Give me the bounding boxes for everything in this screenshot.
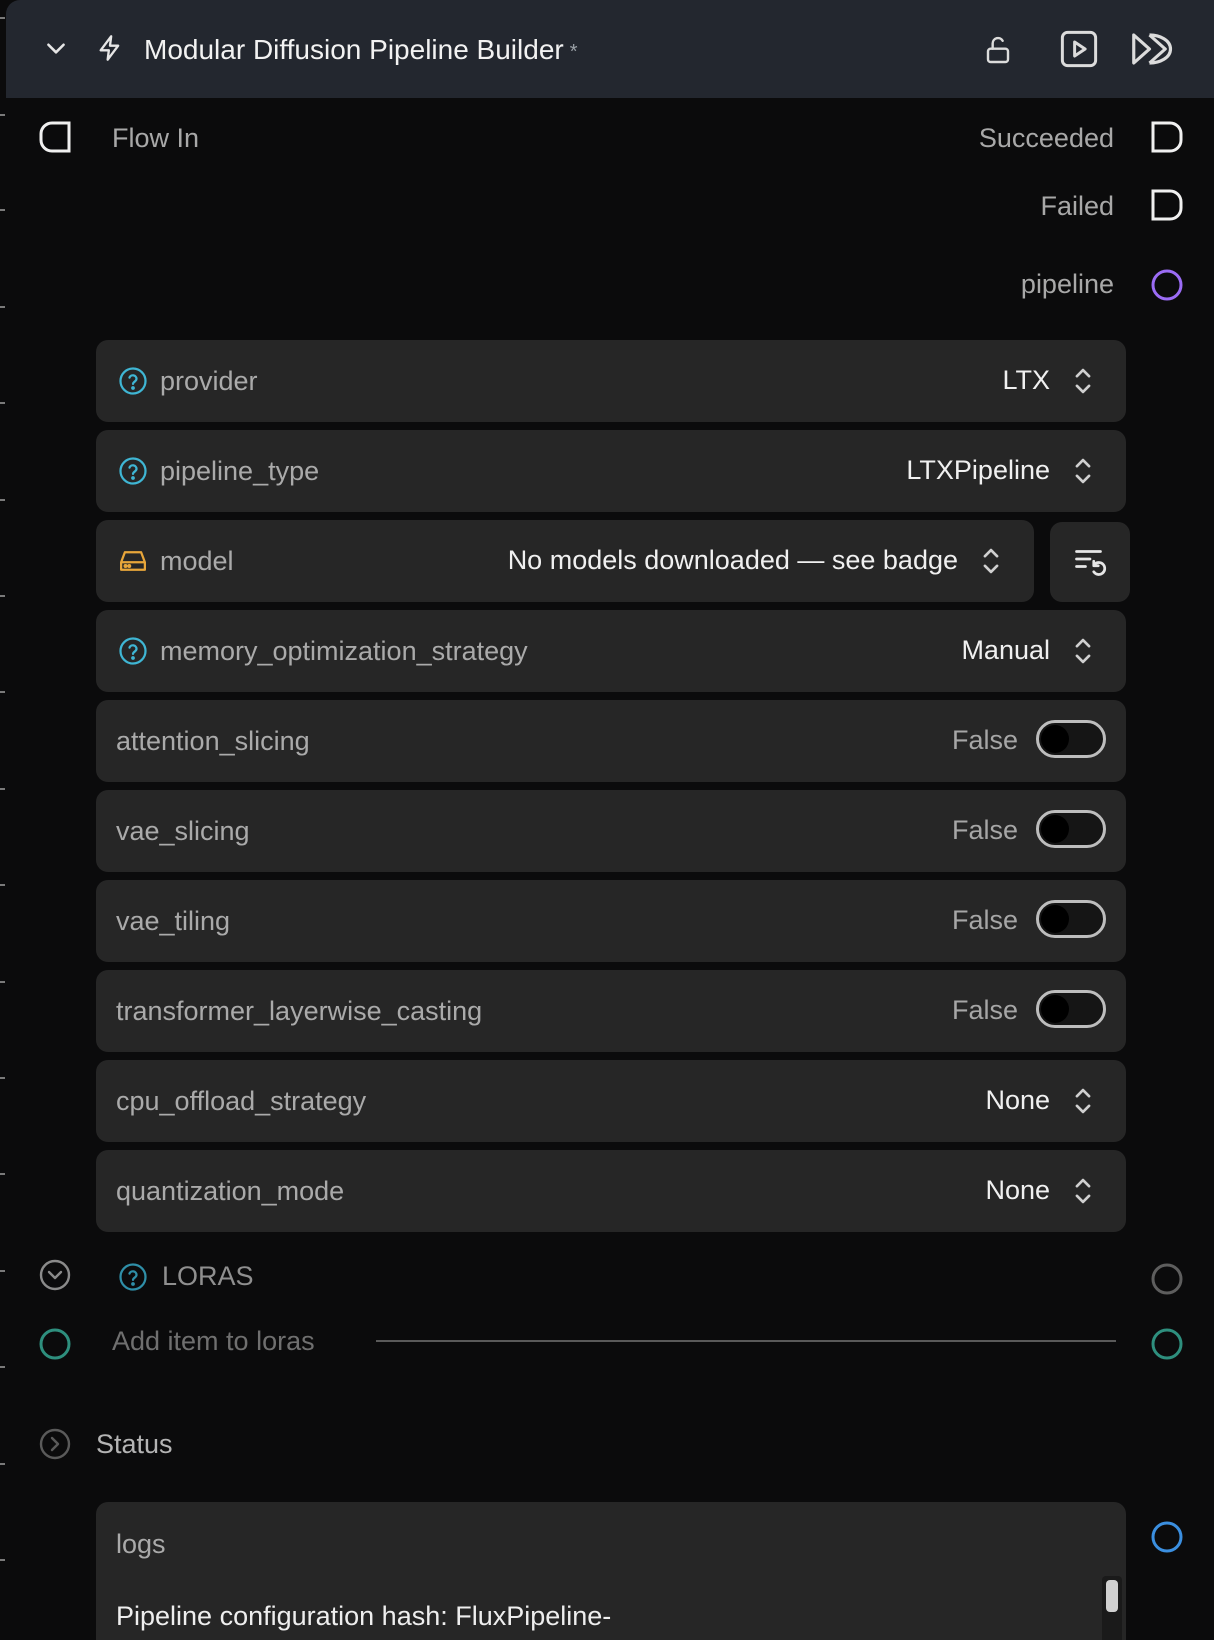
vae-tiling-label: vae_tiling xyxy=(116,906,231,936)
quantization-mode-label: quantization_mode xyxy=(116,1176,345,1206)
add-item-to-loras[interactable]: Add item to loras xyxy=(112,1323,315,1359)
loras-divider xyxy=(376,1340,1116,1342)
help-icon[interactable] xyxy=(118,636,148,671)
help-icon[interactable] xyxy=(118,456,148,491)
node-header: Modular Diffusion Pipeline Builder * xyxy=(6,0,1214,98)
provider-label: provider xyxy=(160,366,258,396)
circle-port-icon xyxy=(1151,1521,1183,1553)
loras-output-port[interactable] xyxy=(1150,1262,1184,1296)
memory-optimization-value[interactable]: Manual xyxy=(961,632,1050,668)
quantization-mode-row[interactable]: quantization_mode None xyxy=(96,1150,1126,1232)
flow-in-port-icon xyxy=(39,121,71,153)
attention-slicing-row: attention_slicing False xyxy=(96,700,1126,782)
lock-button[interactable] xyxy=(976,28,1020,72)
pipeline-type-row[interactable]: pipeline_type LTXPipeline xyxy=(96,430,1126,512)
failed-port[interactable] xyxy=(1150,188,1184,222)
run-from-here-button[interactable] xyxy=(1126,26,1180,72)
vae-slicing-row: vae_slicing False xyxy=(96,790,1126,872)
model-label: model xyxy=(160,546,234,576)
logs-text[interactable]: Pipeline configuration hash: FluxPipelin… xyxy=(116,1598,611,1634)
vae-tiling-toggle[interactable] xyxy=(1036,900,1106,938)
node-title-text: Modular Diffusion Pipeline Builder xyxy=(144,34,564,65)
status-title: Status xyxy=(96,1429,173,1459)
play-square-icon xyxy=(1060,30,1098,68)
quantization-mode-value[interactable]: None xyxy=(985,1172,1050,1208)
transformer-layerwise-casting-value: False xyxy=(951,995,1018,1025)
lightning-icon xyxy=(90,28,130,68)
vae-slicing-toggle[interactable] xyxy=(1036,810,1106,848)
chevron-right-circle-icon xyxy=(39,1428,71,1460)
transformer-layerwise-casting-label: transformer_layerwise_casting xyxy=(116,996,483,1026)
failed-label: Failed xyxy=(1040,191,1114,221)
chevron-updown-icon xyxy=(1070,1174,1096,1213)
logs-label: logs xyxy=(116,1529,166,1559)
logs-output-port[interactable] xyxy=(1150,1520,1184,1554)
chevron-updown-icon xyxy=(1070,364,1096,403)
pipeline-type-label: pipeline_type xyxy=(160,456,320,486)
help-icon[interactable] xyxy=(118,366,148,401)
circle-port-icon xyxy=(39,1328,71,1360)
cpu-offload-strategy-value[interactable]: None xyxy=(985,1082,1050,1118)
succeeded-label: Succeeded xyxy=(978,123,1114,153)
toggle-knob xyxy=(1041,725,1069,753)
provider-value[interactable]: LTX xyxy=(1002,362,1050,398)
canvas-ruler xyxy=(0,17,5,1561)
circle-port-icon xyxy=(1151,269,1183,301)
status-expand-button[interactable] xyxy=(38,1427,72,1461)
chevron-down-circle-icon xyxy=(39,1259,71,1291)
provider-row[interactable]: provider LTX xyxy=(96,340,1126,422)
vae-slicing-value: False xyxy=(951,815,1018,845)
modified-marker: * xyxy=(569,40,578,63)
attention-slicing-label: attention_slicing xyxy=(116,726,310,756)
transformer-layerwise-casting-toggle[interactable] xyxy=(1036,990,1106,1028)
attention-slicing-toggle[interactable] xyxy=(1036,720,1106,758)
pipeline-output-port[interactable] xyxy=(1150,268,1184,302)
chevron-updown-icon xyxy=(1070,1084,1096,1123)
flow-in-label: Flow In xyxy=(112,123,200,153)
flow-out-port-icon xyxy=(1151,189,1183,221)
vae-tiling-value: False xyxy=(951,905,1018,935)
logs-scrollbar-thumb[interactable] xyxy=(1106,1580,1118,1612)
pipeline-type-value[interactable]: LTXPipeline xyxy=(906,452,1050,488)
logs-panel: logs Pipeline configuration hash: FluxPi… xyxy=(96,1502,1126,1640)
chevron-updown-icon xyxy=(1070,454,1096,493)
collapse-button[interactable] xyxy=(36,28,76,68)
toggle-knob xyxy=(1041,905,1069,933)
loras-title: LORAS xyxy=(162,1261,254,1291)
list-refresh-icon xyxy=(1075,550,1107,576)
loras-item-output-port[interactable] xyxy=(1150,1327,1184,1361)
circle-port-icon xyxy=(1151,1263,1183,1295)
model-value[interactable]: No models downloaded — see badge xyxy=(508,542,958,578)
flow-out-port-icon xyxy=(1151,121,1183,153)
node-title[interactable]: Modular Diffusion Pipeline Builder * xyxy=(144,30,578,72)
chevron-updown-icon xyxy=(1070,634,1096,673)
chevron-updown-icon xyxy=(978,544,1004,583)
attention-slicing-value: False xyxy=(951,725,1018,755)
transformer-layerwise-casting-row: transformer_layerwise_casting False xyxy=(96,970,1126,1052)
loras-collapse-button[interactable] xyxy=(38,1258,72,1292)
toggle-knob xyxy=(1041,995,1069,1023)
memory-optimization-row[interactable]: memory_optimization_strategy Manual xyxy=(96,610,1126,692)
run-node-button[interactable] xyxy=(1056,26,1102,72)
vae-slicing-label: vae_slicing xyxy=(116,816,250,846)
memory-optimization-label: memory_optimization_strategy xyxy=(160,636,528,666)
fast-forward-icon xyxy=(1132,33,1173,65)
vae-tiling-row: vae_tiling False xyxy=(96,880,1126,962)
pipeline-builder-node: Modular Diffusion Pipeline Builder * Flow… xyxy=(6,0,1214,1640)
model-options-button[interactable] xyxy=(1050,522,1130,602)
pipeline-output-label: pipeline xyxy=(1020,269,1114,299)
chevron-down-icon xyxy=(47,43,65,54)
flow-in-port[interactable] xyxy=(38,120,72,154)
loras-input-port[interactable] xyxy=(38,1327,72,1361)
model-row[interactable]: model No models downloaded — see badge xyxy=(96,520,1034,602)
circle-port-icon xyxy=(1151,1328,1183,1360)
toggle-knob xyxy=(1041,815,1069,843)
unlock-icon xyxy=(986,36,1010,64)
succeeded-port[interactable] xyxy=(1150,120,1184,154)
help-icon[interactable] xyxy=(118,1262,148,1292)
hard-drive-icon xyxy=(118,546,148,581)
cpu-offload-strategy-label: cpu_offload_strategy xyxy=(116,1086,367,1116)
cpu-offload-strategy-row[interactable]: cpu_offload_strategy None xyxy=(96,1060,1126,1142)
